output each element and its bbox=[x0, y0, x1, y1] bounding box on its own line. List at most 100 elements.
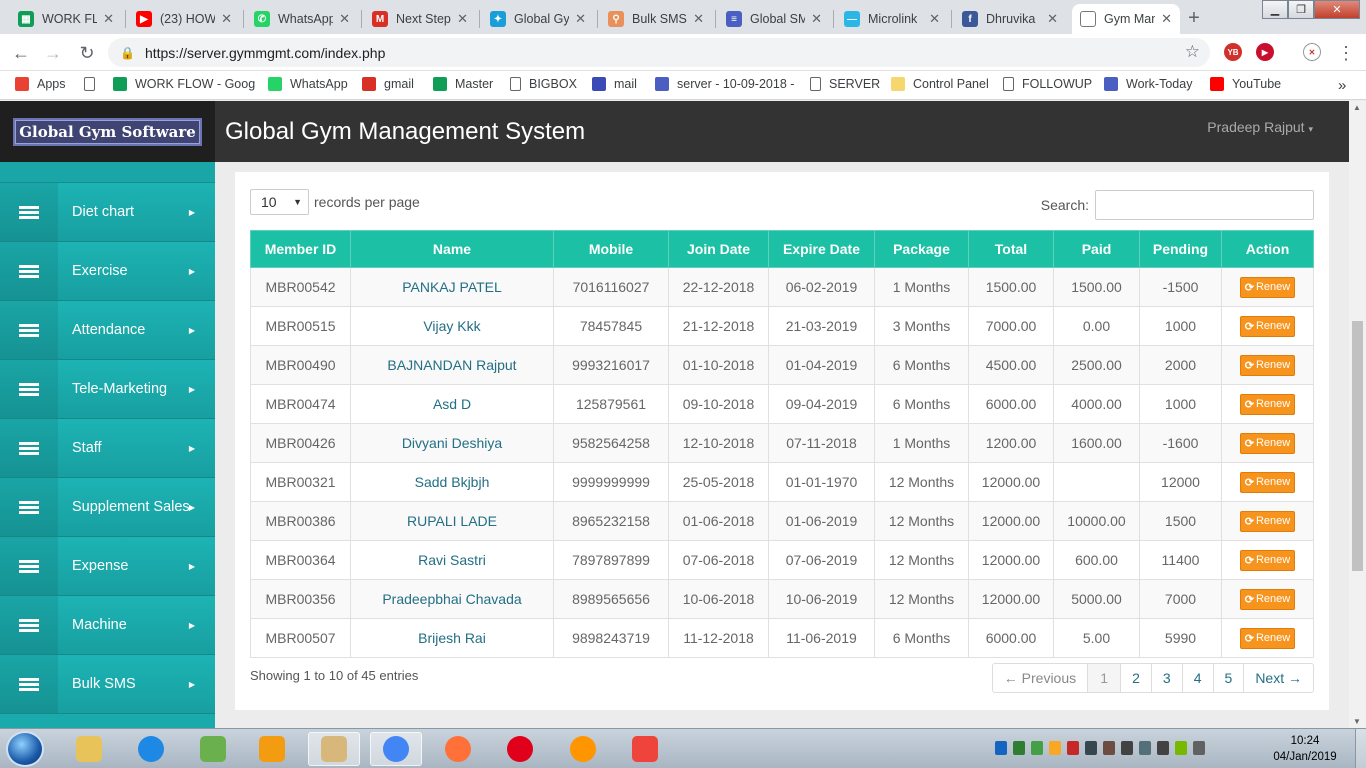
close-tab-icon[interactable]: ✕ bbox=[811, 11, 822, 27]
bookmark-item[interactable] bbox=[84, 77, 103, 91]
records-per-page-select[interactable]: 10 ▼ bbox=[250, 189, 309, 215]
sidebar-item[interactable]: Machine ▶ bbox=[0, 596, 215, 655]
taskbar-app-button[interactable] bbox=[125, 732, 177, 766]
close-window-button[interactable]: ✕ bbox=[1314, 0, 1360, 19]
renew-button[interactable]: ⟳ Renew bbox=[1239, 276, 1296, 298]
renew-button[interactable]: ⟳ Renew bbox=[1239, 354, 1296, 376]
member-name-link[interactable]: RUPALI LADE bbox=[350, 501, 554, 541]
column-header[interactable]: Total bbox=[968, 230, 1054, 268]
back-arrow-icon[interactable]: ← bbox=[9, 41, 33, 65]
member-name-link[interactable]: Sadd Bkjbjh bbox=[350, 462, 554, 502]
taskbar-app-button[interactable] bbox=[246, 732, 298, 766]
tray-app-icon[interactable] bbox=[1049, 741, 1061, 755]
user-menu[interactable]: Pradeep Rajput ▾ bbox=[1207, 119, 1313, 135]
bookmark-item[interactable]: WORK FLOW - Goog bbox=[113, 77, 255, 91]
close-tab-icon[interactable]: ✕ bbox=[457, 11, 468, 27]
browser-tab[interactable]: ≡ Global SM ✕ bbox=[718, 4, 830, 34]
taskbar-app-button[interactable] bbox=[494, 732, 546, 766]
sidebar-item[interactable]: Bulk SMS ▶ bbox=[0, 655, 215, 714]
page-button[interactable]: 5 bbox=[1212, 664, 1244, 692]
bookmark-item[interactable]: WhatsApp bbox=[268, 77, 348, 91]
browser-tab[interactable]: ▶ (23) HOW ✕ bbox=[128, 4, 240, 34]
reload-icon[interactable]: ↻ bbox=[75, 41, 99, 65]
security-icon[interactable] bbox=[1031, 741, 1043, 755]
taskbar-app-button[interactable] bbox=[557, 732, 609, 766]
sidebar-item[interactable]: Supplement Sales ▶ bbox=[0, 478, 215, 537]
new-tab-button[interactable]: + bbox=[1181, 5, 1207, 31]
bookmark-item[interactable]: Control Panel bbox=[891, 77, 989, 91]
browser-tab[interactable]: M Next Step ✕ bbox=[364, 4, 476, 34]
page-scrollbar[interactable]: ▲ ▼ bbox=[1349, 101, 1366, 728]
renew-button[interactable]: ⟳ Renew bbox=[1239, 432, 1296, 454]
member-name-link[interactable]: PANKAJ PATEL bbox=[350, 267, 554, 307]
taskbar-app-button[interactable] bbox=[308, 732, 360, 766]
sidebar-item[interactable]: Staff ▶ bbox=[0, 419, 215, 478]
bookmark-item[interactable]: gmail bbox=[362, 77, 414, 91]
bookmarks-overflow-icon[interactable]: » bbox=[1338, 77, 1346, 94]
url-field[interactable]: 🔒 https://server.gymmgmt.com/index.php ☆ bbox=[108, 38, 1210, 67]
network-icon[interactable] bbox=[1013, 741, 1025, 755]
scroll-up-icon[interactable]: ▲ bbox=[1353, 103, 1361, 112]
column-header[interactable]: Pending bbox=[1139, 230, 1222, 268]
bookmark-item[interactable]: SERVER bbox=[810, 77, 880, 91]
bookmark-item[interactable]: YouTube bbox=[1210, 77, 1281, 91]
sidebar-item[interactable]: Attendance ▶ bbox=[0, 301, 215, 360]
taskbar-app-button[interactable] bbox=[187, 732, 239, 766]
browser-tab[interactable]: ✦ Global Gy ✕ bbox=[482, 4, 594, 34]
column-header[interactable]: Action bbox=[1221, 230, 1314, 268]
scroll-down-icon[interactable]: ▼ bbox=[1353, 717, 1361, 726]
renew-button[interactable]: ⟳ Renew bbox=[1239, 510, 1296, 532]
column-header[interactable]: Mobile bbox=[553, 230, 669, 268]
column-header[interactable]: Package bbox=[874, 230, 969, 268]
member-name-link[interactable]: Brijesh Rai bbox=[350, 618, 554, 658]
taskbar-app-button[interactable] bbox=[619, 732, 671, 766]
taskbar-app-button[interactable] bbox=[370, 732, 422, 766]
sidebar-item[interactable]: Tele-Marketing ▶ bbox=[0, 360, 215, 419]
volume-icon[interactable] bbox=[1139, 741, 1151, 755]
extension-icon[interactable]: ✕ bbox=[1303, 43, 1321, 61]
page-button[interactable]: 4 bbox=[1181, 664, 1213, 692]
renew-button[interactable]: ⟳ Renew bbox=[1239, 588, 1296, 610]
bookmark-item[interactable]: BIGBOX bbox=[510, 77, 577, 91]
browser-tab[interactable]: ✆ WhatsApp ✕ bbox=[246, 4, 358, 34]
system-clock[interactable]: 10:24 04/Jan/2019 bbox=[1270, 733, 1340, 765]
forward-arrow-icon[interactable]: → bbox=[41, 41, 65, 65]
member-name-link[interactable]: Ravi Sastri bbox=[350, 540, 554, 580]
close-tab-icon[interactable]: ✕ bbox=[339, 11, 350, 27]
member-name-link[interactable]: BAJNANDAN Rajput bbox=[350, 345, 554, 385]
sidebar-item[interactable]: Expense ▶ bbox=[0, 537, 215, 596]
usb-icon[interactable] bbox=[1193, 741, 1205, 755]
nvidia-icon[interactable] bbox=[1175, 741, 1187, 755]
page-button[interactable]: 3 bbox=[1150, 664, 1182, 692]
member-name-link[interactable]: Divyani Deshiya bbox=[350, 423, 554, 463]
column-header[interactable]: Member ID bbox=[250, 230, 351, 268]
member-name-link[interactable]: Asd D bbox=[350, 384, 554, 424]
maximize-window-button[interactable]: ❐ bbox=[1288, 0, 1314, 19]
renew-button[interactable]: ⟳ Renew bbox=[1239, 471, 1296, 493]
start-button[interactable] bbox=[6, 731, 44, 767]
tray-app-icon[interactable] bbox=[1085, 741, 1097, 755]
close-tab-icon[interactable]: ✕ bbox=[929, 11, 940, 27]
column-header[interactable]: Expire Date bbox=[768, 230, 875, 268]
scrollbar-thumb[interactable] bbox=[1352, 321, 1363, 571]
signal-icon[interactable] bbox=[1121, 741, 1133, 755]
adblock-extension-icon[interactable]: YB bbox=[1224, 43, 1242, 61]
column-header[interactable]: Join Date bbox=[668, 230, 769, 268]
close-tab-icon[interactable]: ✕ bbox=[693, 11, 704, 27]
renew-button[interactable]: ⟳ Renew bbox=[1239, 627, 1296, 649]
taskbar-app-button[interactable] bbox=[63, 732, 115, 766]
renew-button[interactable]: ⟳ Renew bbox=[1239, 549, 1296, 571]
browser-tab[interactable]: — Microlink ✕ bbox=[836, 4, 948, 34]
browser-tab[interactable]: ⚲ Bulk SMS ✕ bbox=[600, 4, 712, 34]
search-input[interactable] bbox=[1095, 190, 1314, 220]
close-tab-icon[interactable]: ✕ bbox=[575, 11, 586, 27]
bookmark-item[interactable]: server - 10-09-2018 - bbox=[655, 77, 794, 91]
close-tab-icon[interactable]: ✕ bbox=[103, 11, 114, 27]
column-header[interactable]: Paid bbox=[1053, 230, 1140, 268]
member-name-link[interactable]: Pradeepbhai Chavada bbox=[350, 579, 554, 619]
close-tab-icon[interactable]: ✕ bbox=[1161, 11, 1172, 27]
show-desktop-button[interactable] bbox=[1355, 729, 1366, 768]
close-tab-icon[interactable]: ✕ bbox=[1047, 11, 1058, 27]
page-button[interactable]: 1 bbox=[1087, 664, 1121, 692]
page-button[interactable]: 2 bbox=[1120, 664, 1151, 692]
